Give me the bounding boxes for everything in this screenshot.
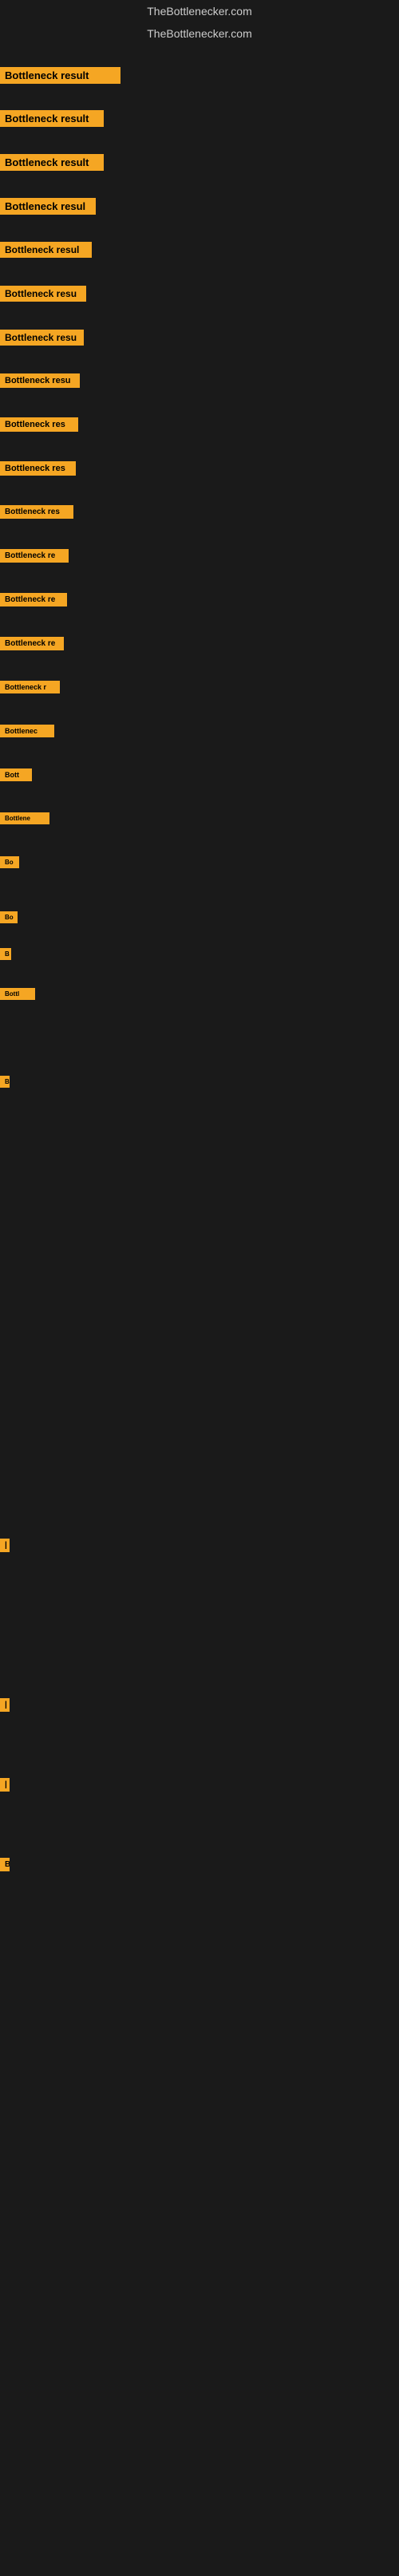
- bottleneck-result-label: Bottleneck re: [0, 637, 64, 650]
- bottleneck-result-label: B: [0, 1076, 10, 1088]
- bottleneck-result-label: B: [0, 948, 11, 960]
- bottleneck-result-label: Bottleneck resu: [0, 330, 84, 346]
- bottleneck-result-label: Bottleneck result: [0, 67, 120, 84]
- bottleneck-result-label: Bo: [0, 911, 18, 923]
- bottleneck-result-label: Bottleneck r: [0, 681, 60, 693]
- bottleneck-result-label: Bottleneck resu: [0, 373, 80, 388]
- bottleneck-result-label: Bottleneck re: [0, 549, 69, 563]
- bottleneck-result-label: Bottleneck res: [0, 505, 73, 519]
- bottleneck-result-label: Bottlenec: [0, 725, 54, 737]
- site-title: TheBottlenecker.com: [0, 22, 399, 45]
- bottleneck-result-label: Bottleneck res: [0, 417, 78, 432]
- site-title: TheBottlenecker.com: [0, 0, 399, 22]
- bottleneck-result-label: B: [0, 1858, 10, 1871]
- bottleneck-result-label: |: [0, 1698, 10, 1712]
- bottleneck-result-label: Bottleneck resul: [0, 242, 92, 258]
- bottleneck-result-label: Bottlene: [0, 812, 49, 824]
- bottleneck-result-label: Bottleneck resul: [0, 198, 96, 215]
- bottleneck-result-label: |: [0, 1539, 10, 1552]
- bottleneck-result-label: Bottleneck res: [0, 461, 76, 476]
- bottleneck-result-label: Bott: [0, 768, 32, 781]
- bottleneck-result-label: Bottleneck resu: [0, 286, 86, 302]
- bottleneck-result-label: Bo: [0, 856, 19, 868]
- bottleneck-result-label: Bottleneck re: [0, 593, 67, 606]
- bottleneck-result-label: |: [0, 1778, 10, 1792]
- bottleneck-result-label: Bottleneck result: [0, 154, 104, 171]
- bottleneck-result-label: Bottl: [0, 988, 35, 1000]
- bottleneck-result-label: Bottleneck result: [0, 110, 104, 127]
